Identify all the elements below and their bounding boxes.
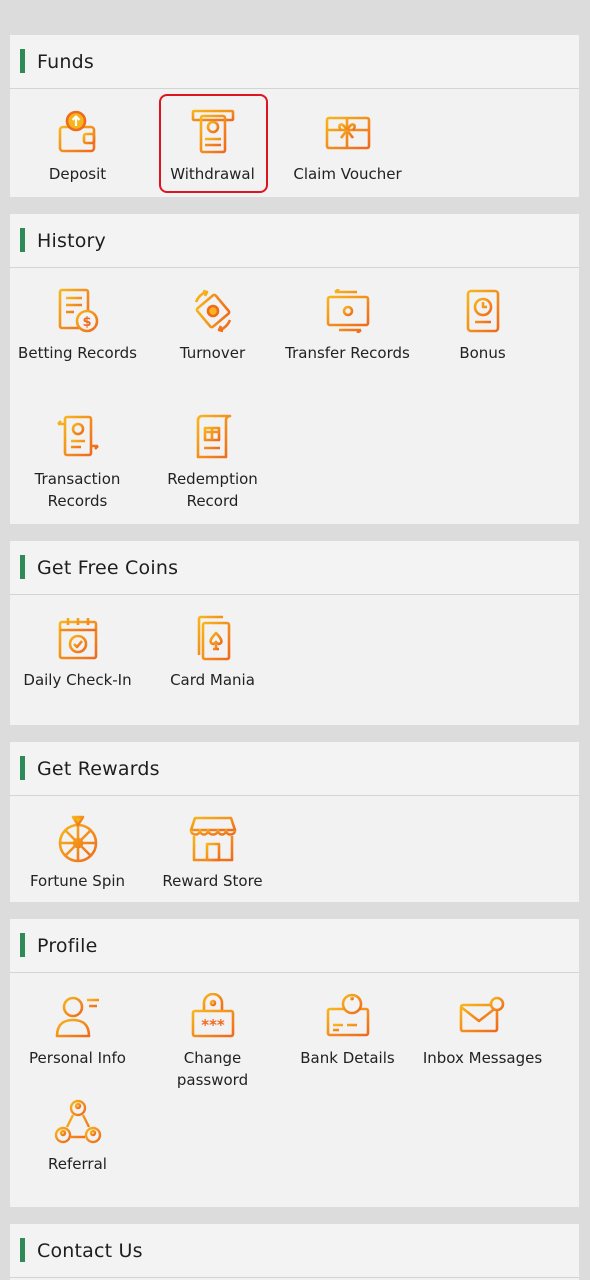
fortune-spin-label: Fortune Spin xyxy=(29,872,126,890)
funds-title: Funds xyxy=(37,50,94,73)
history-header: History xyxy=(10,214,579,268)
redemption-record-icon xyxy=(188,412,238,462)
daily-check-in-button[interactable]: Daily Check-In xyxy=(10,613,145,691)
reward-store-label: Reward Store xyxy=(162,872,263,890)
deposit-button[interactable]: Deposit xyxy=(10,107,145,185)
bank-card-icon xyxy=(323,991,373,1041)
inbox-messages-label: Inbox Messages xyxy=(422,1049,543,1067)
section-accent-bar xyxy=(20,933,25,957)
envelope-icon xyxy=(458,991,508,1041)
contact-section: Contact Us xyxy=(10,1224,579,1280)
card-mania-label: Card Mania xyxy=(170,671,255,689)
section-accent-bar xyxy=(20,228,25,252)
change-password-label: Change password xyxy=(176,1049,249,1089)
transfer-records-button[interactable]: Transfer Records xyxy=(280,286,415,364)
contact-header: Contact Us xyxy=(10,1224,579,1278)
claim-voucher-label: Claim Voucher xyxy=(293,165,402,183)
free-coins-section: Get Free Coins Daily Check-In Card Mania xyxy=(10,541,579,725)
bank-details-label: Bank Details xyxy=(300,1049,395,1067)
free-coins-header: Get Free Coins xyxy=(10,541,579,595)
turnover-icon xyxy=(188,286,238,336)
section-accent-bar xyxy=(20,555,25,579)
transaction-records-icon xyxy=(53,412,103,462)
card-mania-button[interactable]: Card Mania xyxy=(145,613,280,691)
contact-title: Contact Us xyxy=(37,1239,143,1262)
selected-item-outline xyxy=(159,94,268,193)
inbox-messages-button[interactable]: Inbox Messages xyxy=(415,991,550,1069)
profile-header: Profile xyxy=(10,919,579,973)
change-password-button[interactable]: *** Change password xyxy=(145,991,280,1091)
daily-check-in-label: Daily Check-In xyxy=(23,671,132,689)
redemption-record-label: Redemption Record xyxy=(167,470,258,510)
profile-section: Profile Personal Info *** Change passwor… xyxy=(10,919,579,1207)
redemption-record-button[interactable]: Redemption Record xyxy=(145,412,280,512)
bank-details-button[interactable]: Bank Details xyxy=(280,991,415,1069)
betting-records-icon: $ xyxy=(53,286,103,336)
fortune-spin-button[interactable]: Fortune Spin xyxy=(10,814,145,892)
lock-password-icon: *** xyxy=(188,991,238,1041)
rewards-title: Get Rewards xyxy=(37,757,160,780)
user-icon xyxy=(53,991,103,1041)
section-accent-bar xyxy=(20,1238,25,1262)
playing-card-icon xyxy=(188,613,238,663)
transfer-records-icon xyxy=(323,286,373,336)
deposit-label: Deposit xyxy=(48,165,107,183)
wallet-deposit-icon xyxy=(53,107,103,157)
svg-text:***: *** xyxy=(201,1016,225,1034)
calendar-check-icon xyxy=(53,613,103,663)
referral-network-icon xyxy=(53,1097,103,1147)
transaction-records-button[interactable]: Transaction Records xyxy=(10,412,145,512)
profile-title: Profile xyxy=(37,934,98,957)
svg-text:$: $ xyxy=(82,315,91,330)
rewards-header: Get Rewards xyxy=(10,742,579,796)
gift-voucher-icon xyxy=(323,107,373,157)
transfer-records-label: Transfer Records xyxy=(285,344,410,362)
turnover-button[interactable]: Turnover xyxy=(145,286,280,364)
fortune-wheel-icon xyxy=(53,814,103,864)
transaction-records-label: Transaction Records xyxy=(34,470,121,510)
free-coins-title: Get Free Coins xyxy=(37,556,179,579)
funds-section: Funds Deposit Withdrawal Claim Voucher xyxy=(10,35,579,197)
bonus-icon xyxy=(458,286,508,336)
history-section: History $ Betting Records Turnover Trans… xyxy=(10,214,579,524)
reward-store-button[interactable]: Reward Store xyxy=(145,814,280,892)
betting-records-button[interactable]: $ Betting Records xyxy=(10,286,145,364)
store-icon xyxy=(188,814,238,864)
bonus-label: Bonus xyxy=(459,344,506,362)
section-accent-bar xyxy=(20,756,25,780)
personal-info-button[interactable]: Personal Info xyxy=(10,991,145,1069)
funds-header: Funds xyxy=(10,35,579,89)
bonus-button[interactable]: Bonus xyxy=(415,286,550,364)
history-title: History xyxy=(37,229,106,252)
claim-voucher-button[interactable]: Claim Voucher xyxy=(280,107,415,185)
rewards-section: Get Rewards Fortune Spin Reward Store xyxy=(10,742,579,902)
referral-button[interactable]: Referral xyxy=(10,1097,145,1175)
personal-info-label: Personal Info xyxy=(29,1049,126,1067)
account-menu-page: Funds Deposit Withdrawal Claim Voucher H… xyxy=(0,0,590,1280)
betting-records-label: Betting Records xyxy=(18,344,137,362)
turnover-label: Turnover xyxy=(179,344,246,362)
referral-label: Referral xyxy=(48,1155,107,1173)
section-accent-bar xyxy=(20,49,25,73)
